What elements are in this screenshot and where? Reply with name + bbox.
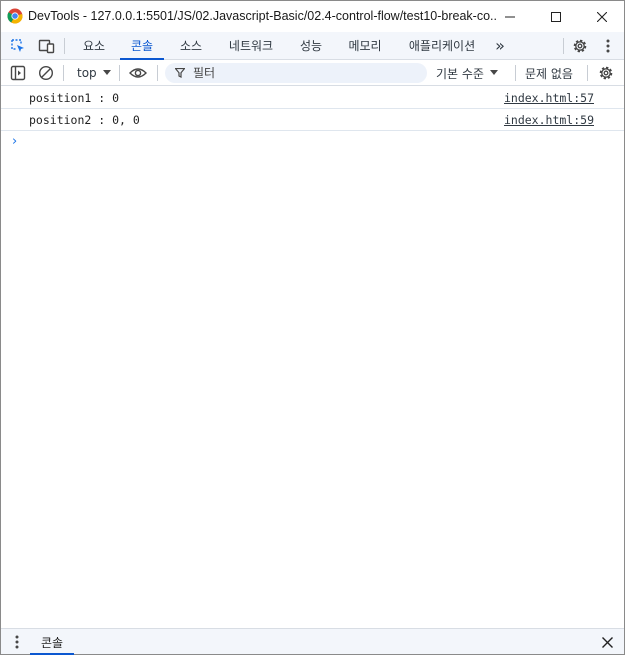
filter-funnel-icon [175, 68, 185, 78]
maximize-button[interactable] [533, 1, 579, 32]
tab-network[interactable]: 네트워크 [219, 32, 283, 59]
console-message: position2 : 0, 0 index.html:59 [1, 109, 624, 131]
toolbar-divider [563, 38, 564, 54]
drawer-tab-label: 콘솔 [40, 635, 64, 650]
context-selector[interactable]: top [69, 64, 111, 82]
toolbar-divider [157, 65, 158, 81]
tab-elements[interactable]: 요소 [74, 32, 114, 59]
console-output: position1 : 0 index.html:57 position2 : … [1, 87, 624, 153]
settings-button[interactable] [571, 37, 589, 55]
minimize-icon [505, 16, 515, 17]
eye-icon [129, 68, 147, 78]
device-toolbar-icon [38, 39, 54, 54]
console-prompt[interactable]: › [1, 131, 624, 153]
drawer-bar: 콘솔 [1, 628, 624, 655]
chevron-double-right-icon: » [495, 36, 505, 55]
console-toolbar: top 기본 수준 문제 없음 [1, 60, 624, 86]
caret-down-icon [102, 70, 111, 75]
tab-label: 소스 [179, 39, 203, 53]
caret-down-icon [489, 70, 498, 75]
toolbar-divider [63, 65, 64, 81]
close-button[interactable] [579, 1, 625, 32]
window-title: DevTools - 127.0.0.1:5501/JS/02.Javascri… [28, 9, 498, 23]
tab-memory[interactable]: 메모리 [339, 32, 391, 59]
panel-tab-bar: 요소 콘솔 소스 네트워크 성능 메모리 애플리케이션 » [1, 32, 624, 60]
inspect-element-button[interactable] [9, 37, 27, 55]
drawer-close-button[interactable] [599, 634, 615, 650]
log-levels-label: 기본 수준 [436, 66, 484, 81]
maximize-icon [551, 11, 561, 22]
console-settings-button[interactable] [597, 64, 615, 82]
kebab-menu-icon [15, 635, 19, 649]
devtools-window: DevTools - 127.0.0.1:5501/JS/02.Javascri… [0, 0, 625, 655]
clear-icon [38, 65, 54, 81]
toolbar-divider [119, 65, 120, 81]
close-icon [597, 11, 607, 22]
console-message: position1 : 0 index.html:57 [1, 87, 624, 109]
tab-console[interactable]: 콘솔 [120, 32, 164, 60]
tab-label: 네트워크 [228, 39, 274, 53]
title-bar: DevTools - 127.0.0.1:5501/JS/02.Javascri… [1, 1, 624, 32]
clear-console-button[interactable] [37, 64, 55, 82]
drawer-menu-button[interactable] [10, 634, 24, 650]
close-icon [601, 636, 613, 648]
kebab-menu-icon [606, 39, 610, 53]
log-levels-dropdown[interactable]: 기본 수준 [436, 64, 498, 82]
toolbar-divider [64, 38, 65, 54]
live-expression-button[interactable] [128, 64, 148, 82]
gear-icon [573, 39, 587, 53]
source-link[interactable]: index.html:59 [504, 113, 594, 127]
drawer-tab-console[interactable]: 콘솔 [30, 629, 74, 655]
tab-performance[interactable]: 성능 [291, 32, 331, 59]
prompt-chevron-icon: › [12, 134, 18, 149]
source-link[interactable]: index.html:57 [504, 91, 594, 105]
message-text: position1 : 0 [29, 91, 120, 105]
inspect-element-icon [11, 39, 24, 52]
toolbar-divider [587, 65, 588, 81]
show-sidebar-button[interactable] [9, 64, 27, 82]
more-tabs-button[interactable]: » [489, 32, 511, 59]
tab-label: 콘솔 [130, 39, 154, 53]
tab-label: 성능 [299, 39, 323, 53]
minimize-button[interactable] [487, 1, 533, 32]
issues-counter[interactable]: 문제 없음 [525, 64, 573, 82]
device-toolbar-button[interactable] [37, 37, 55, 55]
filter-input[interactable] [193, 65, 413, 81]
filter-field[interactable] [165, 63, 427, 83]
tab-label: 애플리케이션 [408, 39, 476, 53]
tab-label: 메모리 [348, 39, 382, 53]
issues-label: 문제 없음 [525, 66, 573, 81]
customize-menu-button[interactable] [599, 37, 617, 55]
message-text: position2 : 0, 0 [29, 113, 140, 127]
chrome-icon [7, 8, 23, 24]
sidebar-toggle-icon [10, 65, 26, 81]
gear-icon [599, 66, 613, 80]
context-label: top [77, 66, 97, 80]
tab-label: 요소 [82, 39, 106, 53]
tab-sources[interactable]: 소스 [171, 32, 211, 59]
tab-application[interactable]: 애플리케이션 [399, 32, 485, 59]
toolbar-divider [515, 65, 516, 81]
